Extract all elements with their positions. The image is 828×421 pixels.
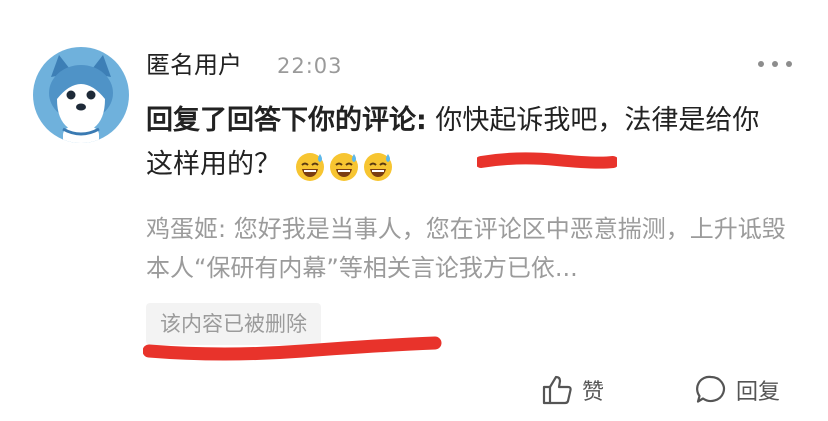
reply-lead: 回复了回答下你的评论: (146, 105, 427, 136)
reply-content: 回复了回答下你的评论: 你快起诉我吧，法律是给你这样用的？ (146, 99, 786, 187)
quoted-comment[interactable]: 鸡蛋姬: 您好我是当事人，您在评论区中恶意揣测，上升诋毁本人“保研有内幕”等相关… (146, 210, 786, 288)
reply-button[interactable]: 回复 (694, 370, 780, 410)
quoted-text: 您好我是当事人，您在评论区中恶意揣测，上升诋毁本人“保研有内幕”等相关言论我方已… (146, 215, 786, 282)
like-label: 赞 (582, 380, 605, 405)
emoji-group (294, 150, 394, 182)
comment-timestamp: 22:03 (277, 54, 343, 78)
dot (758, 61, 764, 67)
comment-bubble-icon (696, 375, 726, 403)
red-highlight-stroke (477, 152, 617, 169)
sweat-smile-emoji-icon (295, 152, 324, 181)
dot (772, 61, 778, 67)
husky-avatar-icon (33, 47, 129, 143)
username[interactable]: 匿名用户 (146, 48, 242, 82)
dot (786, 61, 792, 67)
sweat-smile-emoji-icon (329, 152, 358, 181)
like-button[interactable]: 赞 (540, 370, 604, 410)
quoted-author: 鸡蛋姬: (146, 215, 227, 243)
avatar[interactable] (33, 47, 129, 143)
red-underline-stroke (143, 336, 442, 361)
sweat-smile-emoji-icon (363, 152, 392, 181)
more-options-icon[interactable] (758, 57, 798, 71)
thumbs-up-icon (542, 375, 572, 405)
reply-label: 回复 (736, 380, 781, 405)
